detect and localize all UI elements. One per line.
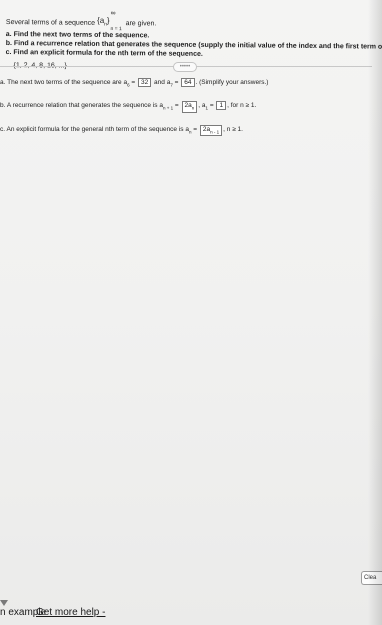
answer-c-eq: = [191, 125, 199, 133]
answer-b-end: , for n ≥ 1. [227, 102, 257, 110]
answer-a: a. The next two terms of the sequence ar… [0, 78, 372, 90]
answer-a-box-1[interactable]: 32 [138, 78, 152, 87]
get-more-help-link[interactable]: Get more help - [36, 607, 105, 618]
answer-b-sub-n1: n + 1 [162, 105, 174, 111]
answer-a-eq1: = [129, 79, 138, 86]
answer-c-end: , n ≥ 1. [223, 125, 243, 133]
answer-b-eq: = [173, 102, 181, 110]
answer-b-box-2[interactable]: 1 [216, 101, 227, 111]
answer-b-box-1-sub: n [191, 105, 195, 111]
notation-sup: ∞ [110, 10, 116, 18]
notation-lower: n = 1 [110, 25, 122, 32]
screen-edge-shadow [368, 0, 382, 625]
answer-a-box-2[interactable]: 64 [181, 78, 195, 87]
footer-bar: n example Get more help - [0, 607, 382, 625]
answer-b-mid: , a [198, 102, 206, 110]
answers-area: a. The next two terms of the sequence ar… [0, 78, 372, 148]
answer-a-and: and a [152, 79, 171, 86]
question-page: Several terms of a sequence {an} ∞ n = 1… [0, 0, 382, 625]
answer-c-box-sub: n - 1 [210, 128, 220, 134]
sequence-notation: {an} ∞ n = 1 [97, 10, 122, 32]
intro-text-after: are given. [125, 19, 157, 27]
answer-c-box[interactable]: 2an - 1 [199, 124, 223, 136]
answer-c: c. An explicit formula for the general n… [0, 124, 372, 137]
answer-a-text: a. The next two terms of the sequence ar… [0, 79, 128, 86]
dropdown-arrow-icon[interactable] [0, 600, 8, 606]
answer-c-text: c. An explicit formula for the general n… [0, 125, 189, 133]
answer-b-box-1[interactable]: 2an [181, 101, 198, 113]
intro-text-before: Several terms of a sequence [5, 18, 96, 27]
answer-b-eq2: = [208, 102, 216, 110]
answer-b-box-1-value: 2a [184, 102, 192, 110]
answer-a-end: . (Simplify your answers.) [195, 79, 269, 86]
answer-b: b. A recurrence relation that generates … [0, 101, 372, 113]
answer-b-text: b. A recurrence relation that generates … [0, 102, 163, 110]
screen-photo: Several terms of a sequence {an} ∞ n = 1… [0, 0, 382, 625]
notation-close: } [106, 16, 110, 26]
answer-a-eq2: = [172, 79, 181, 86]
expand-toggle[interactable]: ••••• [173, 62, 197, 72]
